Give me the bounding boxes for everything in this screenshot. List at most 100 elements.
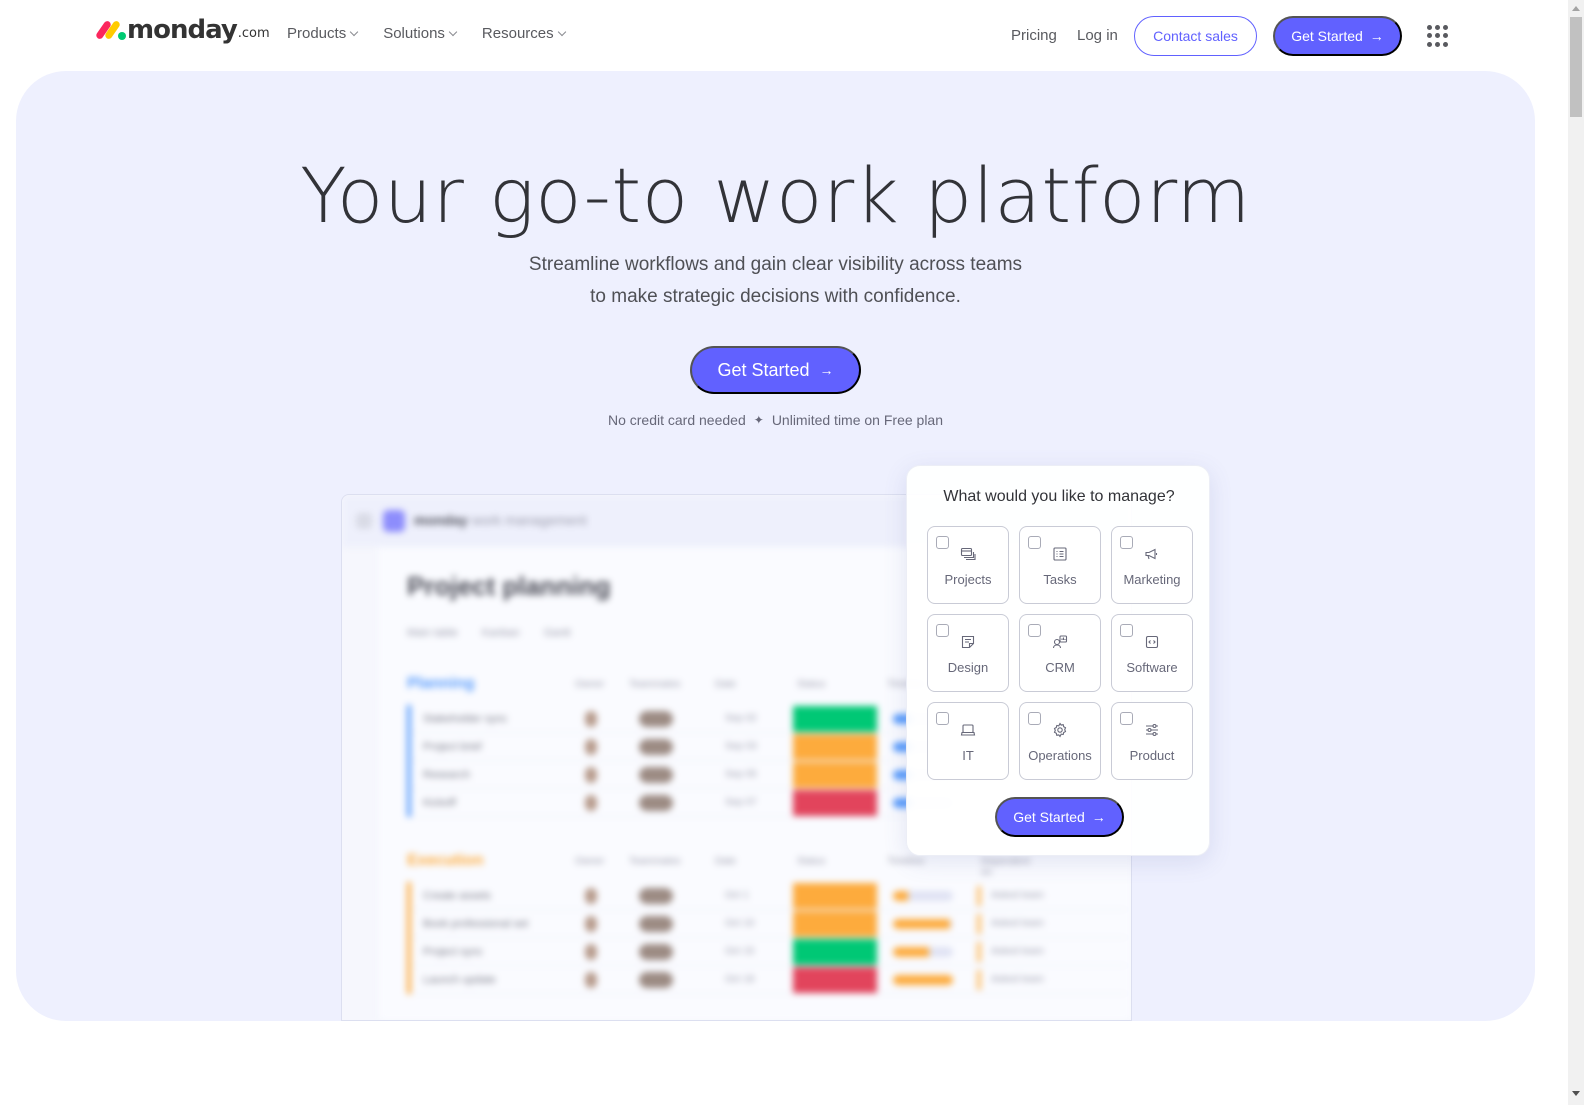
option-label: IT xyxy=(962,748,974,763)
option-label: Tasks xyxy=(1043,572,1077,587)
manage-option-tasks[interactable]: Tasks xyxy=(1019,526,1101,604)
top-nav: monday .com Products Solutions Resources… xyxy=(0,0,1568,70)
chevron-down-icon xyxy=(448,27,458,37)
table-row: Book professional set Oct 10 Asked team xyxy=(407,910,1127,938)
board-tab: Main table xyxy=(407,627,458,639)
scroll-up-arrow-icon[interactable] xyxy=(1572,6,1580,11)
manage-option-operations[interactable]: Operations xyxy=(1019,702,1101,780)
status-cell xyxy=(793,762,877,788)
option-label: CRM xyxy=(1045,660,1075,675)
item-date: Sep 02 xyxy=(725,713,757,724)
manage-option-design[interactable]: Design xyxy=(927,614,1009,692)
status-cell xyxy=(793,911,877,937)
column-header: Status xyxy=(797,679,826,690)
page: monday .com Products Solutions Resources… xyxy=(0,0,1568,1105)
logo-link[interactable]: monday .com xyxy=(94,15,270,45)
item-date: Oct 15 xyxy=(725,946,755,957)
nav-products[interactable]: Products xyxy=(287,25,359,42)
chevron-down-icon xyxy=(557,27,566,37)
nav-solutions[interactable]: Solutions xyxy=(383,25,458,42)
status-cell xyxy=(793,790,877,816)
manage-option-product[interactable]: Product xyxy=(1111,702,1193,780)
hero-cta-label: Get Started xyxy=(717,359,810,380)
status-cell xyxy=(793,967,877,993)
status-cell xyxy=(793,883,877,909)
gear-icon xyxy=(1020,721,1100,739)
card-get-started-button[interactable]: Get Started → xyxy=(995,797,1124,837)
scrollbar-thumb[interactable] xyxy=(1570,17,1582,117)
owner-avatar xyxy=(585,888,597,904)
timeline-bar xyxy=(893,975,953,985)
code-icon xyxy=(1112,633,1192,651)
owner-avatar xyxy=(585,972,597,988)
nav-products-label: Products xyxy=(287,25,347,42)
column-header: Timeline xyxy=(887,856,925,867)
card-cta-label: Get Started xyxy=(1013,809,1085,825)
get-started-label: Get Started xyxy=(1291,28,1363,44)
sliders-icon xyxy=(1112,721,1192,739)
manage-option-it[interactable]: IT xyxy=(927,702,1009,780)
column-header: Teammates xyxy=(629,679,681,690)
status-cell xyxy=(793,706,877,732)
apps-grid-icon[interactable] xyxy=(1427,25,1449,47)
group-name: Planning xyxy=(407,675,475,692)
contact-sales-button[interactable]: Contact sales xyxy=(1134,16,1257,56)
hero-note: No credit card needed ✦ Unlimited time o… xyxy=(16,412,1535,428)
dependency-marker xyxy=(977,886,981,906)
timeline-bar xyxy=(893,919,953,929)
arrow-right-icon: → xyxy=(819,362,834,378)
nav-solutions-label: Solutions xyxy=(383,25,445,42)
manage-option-marketing[interactable]: Marketing xyxy=(1111,526,1193,604)
item-date: Sep 03 xyxy=(725,741,757,752)
nav-resources[interactable]: Resources xyxy=(482,25,566,42)
dependency-marker xyxy=(977,970,981,990)
menu-icon xyxy=(356,513,372,529)
dependency-text: Asked team xyxy=(991,946,1044,957)
column-header: Status xyxy=(797,856,826,867)
column-header: Owner xyxy=(575,679,605,690)
logo-suffix: .com xyxy=(237,26,270,41)
manage-card-title: What would you like to manage? xyxy=(943,488,1175,505)
column-header: Teammates xyxy=(629,856,681,867)
item-date: Sep 07 xyxy=(725,797,757,808)
owner-avatar xyxy=(585,739,597,755)
owner-avatar xyxy=(585,711,597,727)
contact-sales-label: Contact sales xyxy=(1153,28,1238,44)
item-name: Project sync xyxy=(423,946,483,958)
chevron-down-icon xyxy=(349,27,359,37)
option-label: Projects xyxy=(944,572,992,587)
hero-subtitle-line-2: to make strategic decisions with confide… xyxy=(590,286,961,307)
hero-get-started-button[interactable]: Get Started → xyxy=(690,346,861,394)
projects-icon xyxy=(928,545,1008,563)
scroll-down-arrow-icon[interactable] xyxy=(1572,1091,1580,1096)
manage-options-grid: Projects Tasks Marketing Design CRM Software I… xyxy=(927,526,1193,780)
crm-icon xyxy=(1020,633,1100,651)
vertical-scrollbar[interactable] xyxy=(1568,0,1584,1105)
arrow-right-icon: → xyxy=(1369,28,1384,44)
manage-option-software[interactable]: Software xyxy=(1111,614,1193,692)
logo-word: monday xyxy=(127,15,238,45)
group-name: Execution xyxy=(407,852,484,869)
option-label: Product xyxy=(1129,748,1175,763)
manage-selector-card: What would you like to manage? Projects T… xyxy=(906,465,1210,856)
sparkle-icon: ✦ xyxy=(753,413,764,427)
teammates-avatars xyxy=(639,739,673,755)
board-app-name: monday work management xyxy=(414,512,587,528)
item-name: Book professional set xyxy=(423,918,529,930)
dependency-marker xyxy=(977,942,981,962)
manage-option-crm[interactable]: CRM xyxy=(1019,614,1101,692)
owner-avatar xyxy=(585,795,597,811)
manage-option-projects[interactable]: Projects xyxy=(927,526,1009,604)
dependency-marker xyxy=(977,914,981,934)
option-label: Operations xyxy=(1028,748,1092,763)
app-logo-icon xyxy=(383,510,405,532)
login-link[interactable]: Log in xyxy=(1077,27,1118,44)
column-header: Date xyxy=(715,856,737,867)
pricing-link[interactable]: Pricing xyxy=(1011,27,1057,44)
item-name: Create assets xyxy=(423,890,491,902)
board-title: Project planning xyxy=(407,571,611,601)
get-started-nav-button[interactable]: Get Started → xyxy=(1273,16,1402,56)
board-tabs: Main table Kanban Gantt xyxy=(407,627,571,639)
teammates-avatars xyxy=(639,795,673,811)
table-row: Project sync Oct 15 Asked team xyxy=(407,938,1127,966)
